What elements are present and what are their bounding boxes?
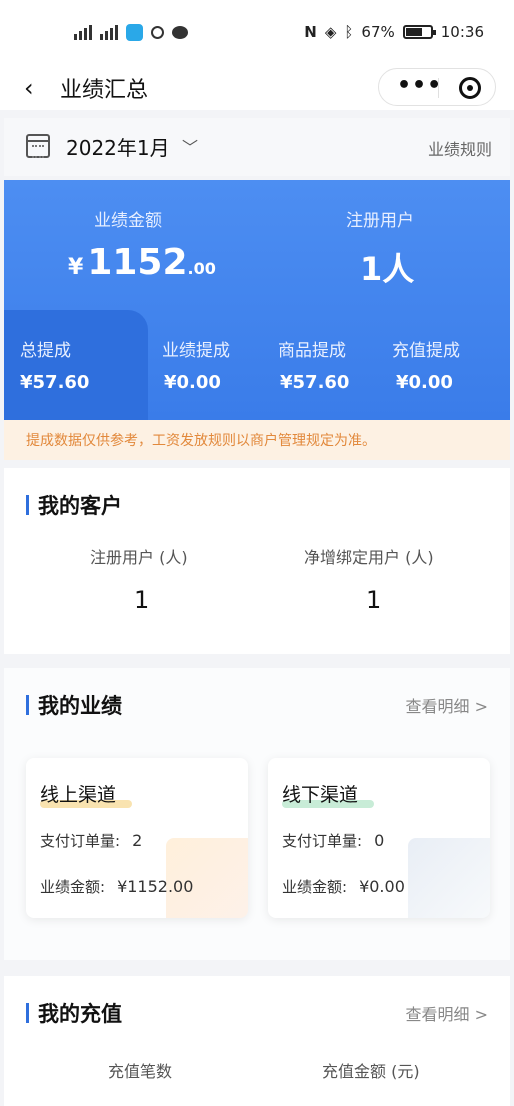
status-time: 10:36 xyxy=(440,23,484,41)
date-bar: 2022年1月 ﹀ 业绩规则 xyxy=(4,118,510,176)
orders-row: 支付订单量: 0 xyxy=(282,831,385,850)
section-accent-bar xyxy=(26,1003,29,1023)
tab-value: ¥0.00 xyxy=(396,372,453,393)
bluetooth-icon: ᛒ xyxy=(344,23,354,41)
page-title: 业绩汇总 xyxy=(60,78,149,103)
notice-banner: 提成数据仅供参考，工资发放规则以商户管理规定为准。 xyxy=(4,420,510,460)
tab-label: 总提成 xyxy=(20,341,71,361)
channel-title: 线上渠道 xyxy=(40,784,117,806)
channel-title: 线下渠道 xyxy=(282,784,359,806)
capsule-divider xyxy=(438,78,439,98)
nav-bar: ‹ 业绩汇总 ••• xyxy=(0,64,514,110)
close-target-icon[interactable] xyxy=(459,77,481,99)
status-bar: N ◈ ᛒ 67% 10:36 xyxy=(0,0,514,64)
message-notification-icon xyxy=(172,25,188,39)
section-accent-bar xyxy=(26,695,29,715)
performance-section: 我的业绩 查看明细 > 线上渠道 支付订单量: 2 业绩金额: ¥1152.00 线… xyxy=(4,668,510,960)
back-icon[interactable]: ‹ xyxy=(24,74,34,102)
section-title: 我的客户 xyxy=(38,494,122,518)
status-icons-right: N ◈ ᛒ 67% 10:36 xyxy=(304,23,484,41)
tab-total-commission[interactable]: 总提成 ¥57.60 xyxy=(4,310,148,420)
month-selector[interactable]: 2022年1月 xyxy=(66,132,170,161)
calendar-icon xyxy=(26,134,50,158)
users-label: 注册用户 xyxy=(346,211,414,231)
tab-value: ¥57.60 xyxy=(280,372,350,393)
orders-row: 支付订单量: 2 xyxy=(40,831,143,850)
more-dots-icon[interactable]: ••• xyxy=(397,73,442,98)
commission-tabs: 总提成 ¥57.60 业绩提成 ¥0.00 商品提成 ¥57.60 充值提成 ¥… xyxy=(4,310,510,420)
section-title: 我的充值 xyxy=(38,1002,122,1026)
stat-value: 1 xyxy=(134,586,150,614)
tab-recharge-commission[interactable]: 充值提成 ¥0.00 xyxy=(380,310,510,420)
vibrate-icon: ◈ xyxy=(324,23,337,41)
chevron-down-icon[interactable]: ﹀ xyxy=(182,134,198,158)
stat-label: 注册用户 (人) xyxy=(90,548,188,567)
customers-section: 我的客户 注册用户 (人) 1 净增绑定用户 (人) 1 xyxy=(4,468,510,654)
signal-icon xyxy=(74,24,92,40)
tab-value: ¥57.60 xyxy=(20,372,90,393)
tab-performance-commission[interactable]: 业绩提成 ¥0.00 xyxy=(148,310,266,420)
amount-row: 业绩金额: ¥0.00 xyxy=(282,877,405,896)
amount-row: 业绩金额: ¥1152.00 xyxy=(40,877,194,896)
amount-label: 业绩金额 xyxy=(94,211,162,231)
view-details-link[interactable]: 查看明细 > xyxy=(406,693,489,717)
amount-value: ¥1152.00 xyxy=(68,242,216,283)
app-notification-icon xyxy=(126,23,143,41)
tab-label: 业绩提成 xyxy=(162,341,230,361)
tab-product-commission[interactable]: 商品提成 ¥57.60 xyxy=(266,310,380,420)
card-decoration xyxy=(408,838,490,918)
recharge-section: 我的充值 查看明细 > 充值笔数 充值金额 (元) xyxy=(4,976,510,1106)
summary-card: 业绩金额 注册用户 ¥1152.00 1人 总提成 ¥57.60 业绩提成 ¥0… xyxy=(4,180,510,420)
nfc-icon: N xyxy=(304,23,317,41)
tab-label: 充值提成 xyxy=(392,341,460,361)
offline-channel-card[interactable]: 线下渠道 支付订单量: 0 业绩金额: ¥0.00 xyxy=(268,758,490,918)
tab-value: ¥0.00 xyxy=(164,372,221,393)
mini-program-capsule: ••• xyxy=(378,68,496,106)
view-details-link[interactable]: 查看明细 > xyxy=(406,1001,489,1025)
signal-icon xyxy=(100,24,118,40)
stat-label: 充值笔数 xyxy=(108,1062,173,1081)
section-accent-bar xyxy=(26,495,29,515)
stat-value: 1 xyxy=(366,586,382,614)
search-notification-icon xyxy=(151,25,164,39)
battery-percent: 67% xyxy=(361,23,395,41)
section-title: 我的业绩 xyxy=(38,694,122,718)
status-icons-left xyxy=(74,23,188,41)
users-value: 1人 xyxy=(360,250,415,288)
stat-label: 充值金额 (元) xyxy=(322,1062,420,1081)
battery-icon xyxy=(402,25,436,39)
rules-link[interactable]: 业绩规则 xyxy=(428,136,492,160)
stat-label: 净增绑定用户 (人) xyxy=(304,548,434,567)
online-channel-card[interactable]: 线上渠道 支付订单量: 2 业绩金额: ¥1152.00 xyxy=(26,758,248,918)
tab-label: 商品提成 xyxy=(278,341,346,361)
